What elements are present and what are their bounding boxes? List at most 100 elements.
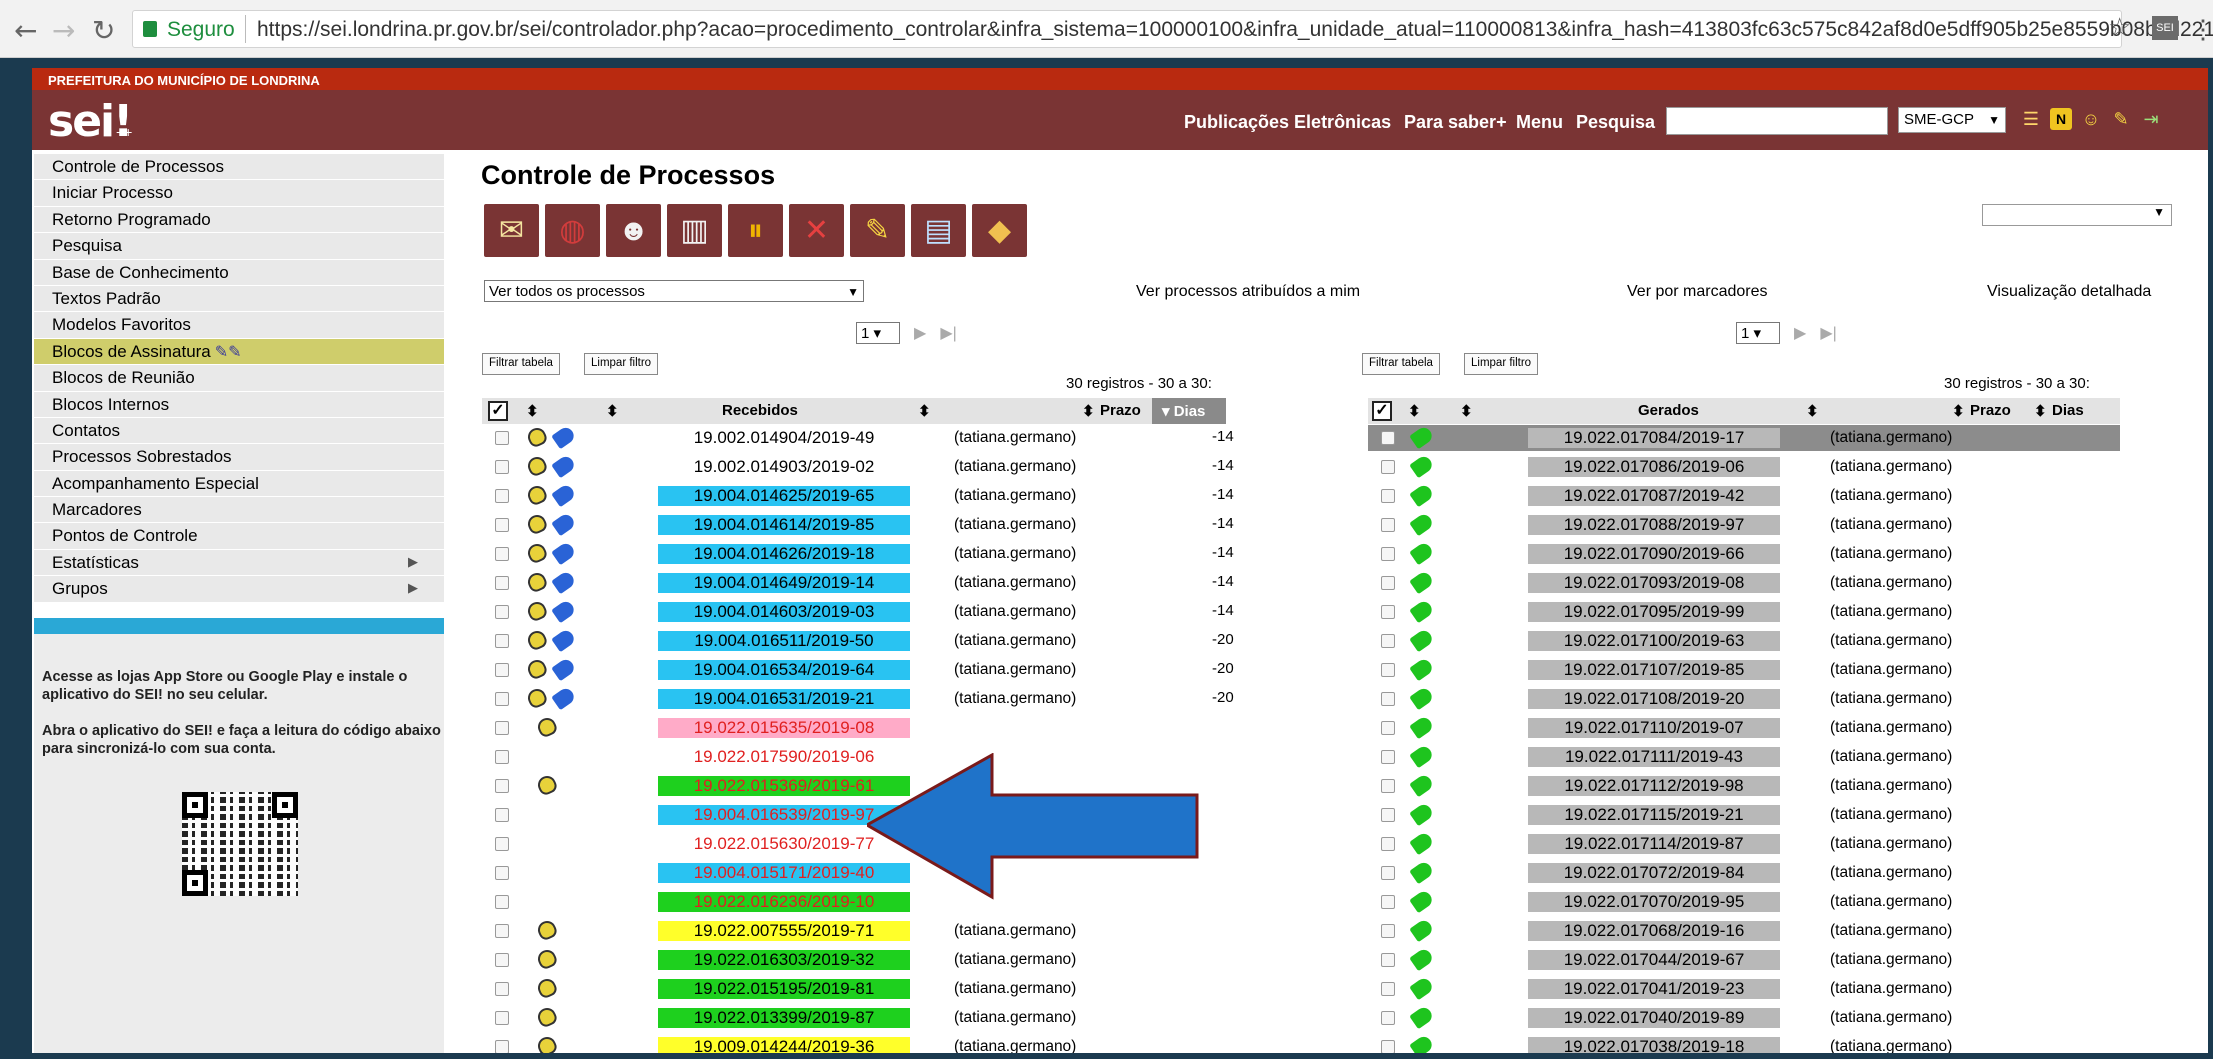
table-row[interactable]: 19.022.017115/2019-21 (tatiana.germano) <box>1368 801 2120 828</box>
new-doc-icon[interactable]: ▤ <box>911 204 966 257</box>
filter-button[interactable]: Filtrar tabela <box>482 353 560 375</box>
assigned-user[interactable]: (tatiana.germano) <box>954 574 1076 592</box>
row-checkbox[interactable] <box>495 605 509 619</box>
marker-tag-icon[interactable] <box>1409 888 1435 914</box>
annotation-icon[interactable] <box>535 918 559 942</box>
process-number[interactable]: 19.022.017115/2019-21 <box>1528 805 1780 825</box>
table-row[interactable]: 19.022.017088/2019-97 (tatiana.germano) <box>1368 511 2120 538</box>
assigned-user[interactable]: (tatiana.germano) <box>1830 864 1952 882</box>
process-number[interactable]: 19.009.014244/2019-36 <box>658 1037 910 1053</box>
select-all-checkbox[interactable]: ✓ <box>488 401 508 421</box>
marker-tag-icon[interactable] <box>1409 830 1435 856</box>
process-number[interactable]: 19.022.017038/2019-18 <box>1528 1037 1780 1053</box>
row-checkbox[interactable] <box>495 460 509 474</box>
row-checkbox[interactable] <box>1381 489 1395 503</box>
browser-menu-icon[interactable]: ⋮ <box>2190 14 2213 45</box>
filter-button[interactable]: Filtrar tabela <box>1362 353 1440 375</box>
table-row[interactable]: 19.004.014625/2019-65 (tatiana.germano) -1… <box>482 482 1234 509</box>
marker-tag-icon[interactable] <box>1409 627 1435 653</box>
sidebar-item[interactable]: Textos Padrão <box>34 285 444 313</box>
process-number[interactable]: 19.022.017095/2019-99 <box>1528 602 1780 622</box>
assigned-user[interactable]: (tatiana.germano) <box>1830 922 1952 940</box>
pause-icon[interactable]: ⏸ <box>728 204 783 257</box>
process-number[interactable]: 19.022.015195/2019-81 <box>658 979 910 999</box>
assigned-user[interactable]: (tatiana.germano) <box>1830 458 1952 476</box>
row-checkbox[interactable] <box>1381 460 1395 474</box>
sidebar-item[interactable]: Grupos ▶ <box>34 576 444 603</box>
row-checkbox[interactable] <box>1381 953 1395 967</box>
search-input[interactable] <box>1666 107 1888 135</box>
row-checkbox[interactable] <box>1381 750 1395 764</box>
annotation-icon[interactable] <box>535 1005 559 1029</box>
process-number[interactable]: 19.022.017070/2019-95 <box>1528 892 1780 912</box>
table-row[interactable]: 19.022.017114/2019-87 (tatiana.germano) <box>1368 830 2120 857</box>
col-dias[interactable]: Dias <box>2052 402 2084 419</box>
clear-filter-button[interactable]: Limpar filtro <box>1464 353 1539 375</box>
marker-tag-icon[interactable] <box>1409 714 1435 740</box>
next-page-icon[interactable]: ▶ <box>914 325 926 342</box>
table-row[interactable]: 19.002.014904/2019-49 (tatiana.germano) -1… <box>482 424 1234 451</box>
marker-tag-icon[interactable] <box>1409 511 1435 537</box>
sidebar-item[interactable]: Blocos de Reunião <box>34 365 444 392</box>
process-number[interactable]: 19.022.017090/2019-66 <box>1528 544 1780 564</box>
annotation-icon[interactable] <box>525 570 549 594</box>
table-row[interactable]: 19.022.017112/2019-98 (tatiana.germano) <box>1368 772 2120 799</box>
process-number[interactable]: 19.022.017112/2019-98 <box>1528 776 1780 796</box>
table-row[interactable]: 19.022.013399/2019-87 (tatiana.germano) <box>482 1005 1226 1031</box>
assigned-user[interactable]: (tatiana.germano) <box>954 690 1076 708</box>
row-checkbox[interactable] <box>495 982 509 996</box>
assigned-user[interactable]: (tatiana.germano) <box>954 429 1076 447</box>
process-number[interactable]: 19.004.014614/2019-85 <box>658 515 910 535</box>
back-icon[interactable]: ← <box>14 14 37 47</box>
exit-icon[interactable]: ⇥ <box>2140 108 2162 130</box>
row-checkbox[interactable] <box>495 634 509 648</box>
page-select[interactable]: 1 ▾ <box>856 322 900 344</box>
table-row[interactable]: 19.004.016531/2019-21 (tatiana.germano) -2… <box>482 685 1234 712</box>
annotation-icon[interactable] <box>535 947 559 971</box>
marker-tag-icon[interactable] <box>1409 1033 1435 1053</box>
marker-tag-icon[interactable] <box>551 424 577 450</box>
table-row[interactable]: 19.004.014649/2019-14 (tatiana.germano) -1… <box>482 569 1234 596</box>
table-row[interactable]: 19.022.017095/2019-99 (tatiana.germano) <box>1368 598 2120 625</box>
row-checkbox[interactable] <box>495 518 509 532</box>
page-select[interactable]: 1 ▾ <box>1736 322 1780 344</box>
sort-icon[interactable]: ⬍ <box>606 402 619 420</box>
annotation-icon[interactable] <box>535 976 559 1000</box>
assigned-user[interactable]: (tatiana.germano) <box>1830 951 1952 969</box>
table-row[interactable]: 19.022.017070/2019-95 (tatiana.germano) <box>1368 888 2120 915</box>
row-checkbox[interactable] <box>495 779 509 793</box>
table-row[interactable]: 19.022.015195/2019-81 (tatiana.germano) <box>482 976 1226 1002</box>
sort-icon[interactable]: ⬍ <box>1082 402 1095 420</box>
row-checkbox[interactable] <box>495 663 509 677</box>
table-row[interactable]: 19.022.017038/2019-18 (tatiana.germano) <box>1368 1033 2120 1053</box>
process-number[interactable]: 19.022.015635/2019-08 <box>658 718 910 738</box>
marker-tag-icon[interactable] <box>1409 975 1435 1001</box>
link-pesquisa[interactable]: Pesquisa <box>1576 112 1655 133</box>
process-number[interactable]: 19.022.017072/2019-84 <box>1528 863 1780 883</box>
row-checkbox[interactable] <box>495 576 509 590</box>
clear-filter-button[interactable]: Limpar filtro <box>584 353 659 375</box>
table-row[interactable]: 19.022.017093/2019-08 (tatiana.germano) <box>1368 569 2120 596</box>
row-checkbox[interactable] <box>1381 808 1395 822</box>
row-checkbox[interactable] <box>1381 663 1395 677</box>
table-row[interactable]: 19.022.007555/2019-71 (tatiana.germano) <box>482 918 1226 944</box>
assigned-user[interactable]: (tatiana.germano) <box>954 980 1076 998</box>
process-number[interactable]: 19.022.017084/2019-17 <box>1528 428 1780 448</box>
process-number[interactable]: 19.022.017093/2019-08 <box>1528 573 1780 593</box>
marker-tag-icon[interactable] <box>551 453 577 479</box>
table-row[interactable]: 19.022.017084/2019-17 (tatiana.germano) <box>1368 424 2120 451</box>
marker-tag-icon[interactable] <box>1409 859 1435 885</box>
marker-tag-icon[interactable] <box>1409 1004 1435 1030</box>
marker-tag-icon[interactable] <box>551 511 577 537</box>
marker-tag-icon[interactable] <box>551 598 577 624</box>
process-number[interactable]: 19.022.017087/2019-42 <box>1528 486 1780 506</box>
tools-icon[interactable]: ✎ <box>2110 108 2132 130</box>
table-row[interactable]: 19.009.014244/2019-36 (tatiana.germano) <box>482 1034 1226 1053</box>
process-number[interactable]: 19.022.017041/2019-23 <box>1528 979 1780 999</box>
row-checkbox[interactable] <box>1381 721 1395 735</box>
table-row[interactable]: 19.022.015635/2019-08 <box>482 715 1226 741</box>
table-row[interactable]: 19.022.017041/2019-23 (tatiana.germano) <box>1368 975 2120 1002</box>
marker-tag-icon[interactable] <box>1409 743 1435 769</box>
folder-x-icon[interactable]: ✕ <box>789 204 844 257</box>
reload-icon[interactable]: ↻ <box>92 14 115 47</box>
